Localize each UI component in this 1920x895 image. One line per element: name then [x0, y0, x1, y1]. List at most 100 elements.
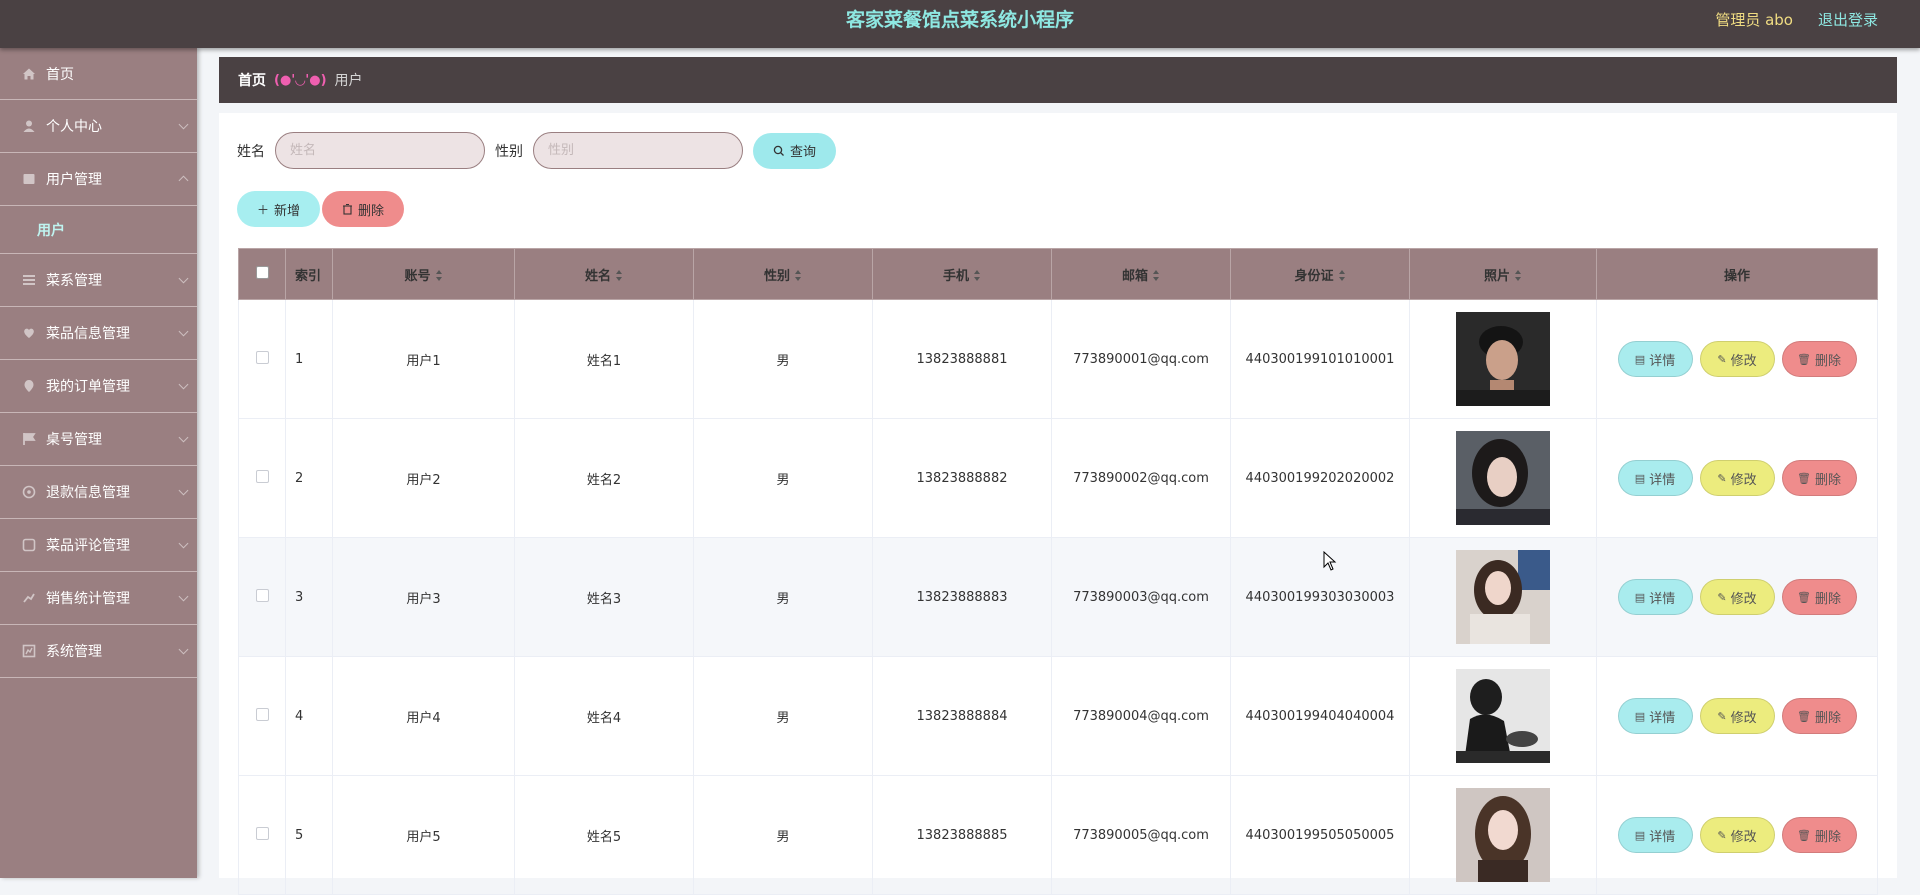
- query-button-label: 查询: [789, 145, 816, 160]
- sidebar-subitem-users[interactable]: 用户: [0, 206, 197, 254]
- sort-icon[interactable]: [435, 270, 443, 282]
- user-photo[interactable]: [1456, 788, 1550, 882]
- sidebar-item-cuisine[interactable]: 菜系管理: [0, 254, 197, 307]
- cell-index: 3: [285, 537, 333, 657]
- delete-button-label: 删除: [1814, 829, 1841, 845]
- detail-button[interactable]: ▤ 详情: [1617, 579, 1693, 615]
- table-icon: [23, 433, 36, 445]
- edit-button[interactable]: ✎ 修改: [1699, 460, 1775, 496]
- sidebar-item-profile[interactable]: 个人中心: [0, 100, 197, 153]
- sidebar-item-user-management[interactable]: 用户管理: [0, 153, 197, 206]
- sidebar-item-home[interactable]: 首页: [0, 48, 197, 100]
- logout-link[interactable]: 退出登录: [1818, 0, 1878, 40]
- cell-account: 用户3: [332, 537, 515, 657]
- batch-delete-button[interactable]: 删除: [322, 191, 404, 227]
- row-checkbox[interactable]: [255, 469, 269, 483]
- cell-id-card: 440300199404040004: [1230, 656, 1410, 776]
- user-photo[interactable]: [1456, 312, 1550, 406]
- sort-icon[interactable]: [616, 270, 623, 282]
- col-phone[interactable]: 手机: [872, 248, 1052, 300]
- breadcrumb: 首页 (●'◡'●) 用户: [219, 57, 1897, 103]
- col-photo-label: 照片: [1483, 268, 1510, 284]
- col-gender-label: 性别: [763, 268, 790, 284]
- cell-account: 用户2: [332, 418, 515, 538]
- name-search-input[interactable]: [275, 132, 485, 169]
- table-row: 5 用户5 姓名5 男 13823888885 773890005@qq.com…: [238, 775, 1878, 895]
- breadcrumb-home[interactable]: 首页: [238, 70, 266, 90]
- col-account[interactable]: 账号: [332, 248, 515, 300]
- col-email[interactable]: 邮箱: [1051, 248, 1231, 300]
- edit-button[interactable]: ✎ 修改: [1699, 341, 1775, 377]
- detail-button[interactable]: ▤ 详情: [1617, 341, 1693, 377]
- gender-search-input[interactable]: [533, 132, 743, 169]
- cell-photo: [1409, 418, 1597, 538]
- row-checkbox-cell[interactable]: [238, 537, 286, 657]
- cell-name: 姓名5: [514, 775, 694, 895]
- col-gender[interactable]: 性别: [693, 248, 873, 300]
- order-icon: [24, 380, 34, 392]
- delete-button-label: 删除: [1814, 472, 1841, 488]
- cell-name: 姓名3: [514, 537, 694, 657]
- sort-icon[interactable]: [1153, 270, 1160, 282]
- add-button[interactable]: ＋ 新增: [237, 191, 320, 227]
- sidebar-item-orders[interactable]: 我的订单管理: [0, 360, 197, 413]
- detail-button[interactable]: ▤ 详情: [1617, 460, 1693, 496]
- row-checkbox[interactable]: [255, 350, 269, 364]
- user-photo[interactable]: [1456, 431, 1550, 525]
- row-checkbox[interactable]: [255, 707, 269, 721]
- sidebar-item-comments[interactable]: 菜品评论管理: [0, 519, 197, 572]
- user-photo[interactable]: [1456, 669, 1550, 763]
- breadcrumb-separator: (●'◡'●): [274, 72, 327, 88]
- search-icon: [773, 145, 784, 156]
- sidebar-item-dishes[interactable]: 菜品信息管理: [0, 307, 197, 360]
- edit-button[interactable]: ✎ 修改: [1699, 698, 1775, 734]
- sort-icon[interactable]: [1515, 270, 1522, 282]
- detail-button[interactable]: ▤ 详情: [1617, 698, 1693, 734]
- col-id-card[interactable]: 身份证: [1230, 248, 1410, 300]
- col-name[interactable]: 姓名: [514, 248, 694, 300]
- pencil-icon: ✎: [1717, 352, 1727, 366]
- query-button[interactable]: 查询: [753, 132, 836, 169]
- edit-button[interactable]: ✎ 修改: [1699, 817, 1775, 853]
- row-checkbox-cell[interactable]: [238, 418, 286, 538]
- col-photo[interactable]: 照片: [1409, 248, 1597, 300]
- select-all-cell[interactable]: [238, 248, 286, 300]
- sidebar-item-tables[interactable]: 桌号管理: [0, 413, 197, 466]
- sidebar-item-refunds[interactable]: 退款信息管理: [0, 466, 197, 519]
- edit-button-label: 修改: [1730, 353, 1757, 369]
- row-checkbox-cell[interactable]: [238, 299, 286, 419]
- home-icon: [23, 68, 35, 79]
- cell-name: 姓名4: [514, 656, 694, 776]
- pencil-icon: ✎: [1717, 590, 1727, 604]
- delete-button[interactable]: 🗑 删除: [1781, 579, 1857, 615]
- sidebar-item-label: 退款信息管理: [46, 485, 130, 501]
- sort-icon[interactable]: [795, 270, 802, 282]
- main-panel: 姓名 性别 查询 ＋ 新增 删除 索引 账号 姓名 性别: [219, 113, 1897, 895]
- delete-button[interactable]: 🗑 删除: [1781, 341, 1857, 377]
- delete-button[interactable]: 🗑 删除: [1781, 460, 1857, 496]
- row-checkbox-cell[interactable]: [238, 656, 286, 776]
- user-photo[interactable]: [1456, 550, 1550, 644]
- cell-ops: ▤ 详情 ✎ 修改 🗑 删除: [1596, 299, 1878, 419]
- detail-button-label: 详情: [1649, 710, 1676, 726]
- trash-icon: [342, 203, 352, 215]
- row-checkbox[interactable]: [255, 826, 269, 840]
- sort-icon[interactable]: [1338, 270, 1346, 282]
- mouse-cursor-icon: [1323, 551, 1337, 571]
- select-all-checkbox[interactable]: [255, 265, 269, 279]
- delete-button[interactable]: 🗑 删除: [1781, 817, 1857, 853]
- sidebar-item-sales-stats[interactable]: 销售统计管理: [0, 572, 197, 625]
- cell-photo: [1409, 656, 1597, 776]
- sort-icon[interactable]: [974, 270, 981, 282]
- row-checkbox-cell[interactable]: [238, 775, 286, 895]
- delete-button[interactable]: 🗑 删除: [1781, 698, 1857, 734]
- row-checkbox[interactable]: [255, 588, 269, 602]
- edit-button[interactable]: ✎ 修改: [1699, 579, 1775, 615]
- search-form: 姓名 性别 查询: [237, 132, 836, 169]
- sidebar-item-label: 菜系管理: [46, 273, 102, 289]
- pencil-icon: ✎: [1717, 709, 1727, 723]
- trash-icon: 🗑: [1797, 471, 1811, 485]
- sidebar-item-system[interactable]: 系统管理: [0, 625, 197, 678]
- cell-ops: ▤ 详情 ✎ 修改 🗑 删除: [1596, 656, 1878, 776]
- detail-button[interactable]: ▤ 详情: [1617, 817, 1693, 853]
